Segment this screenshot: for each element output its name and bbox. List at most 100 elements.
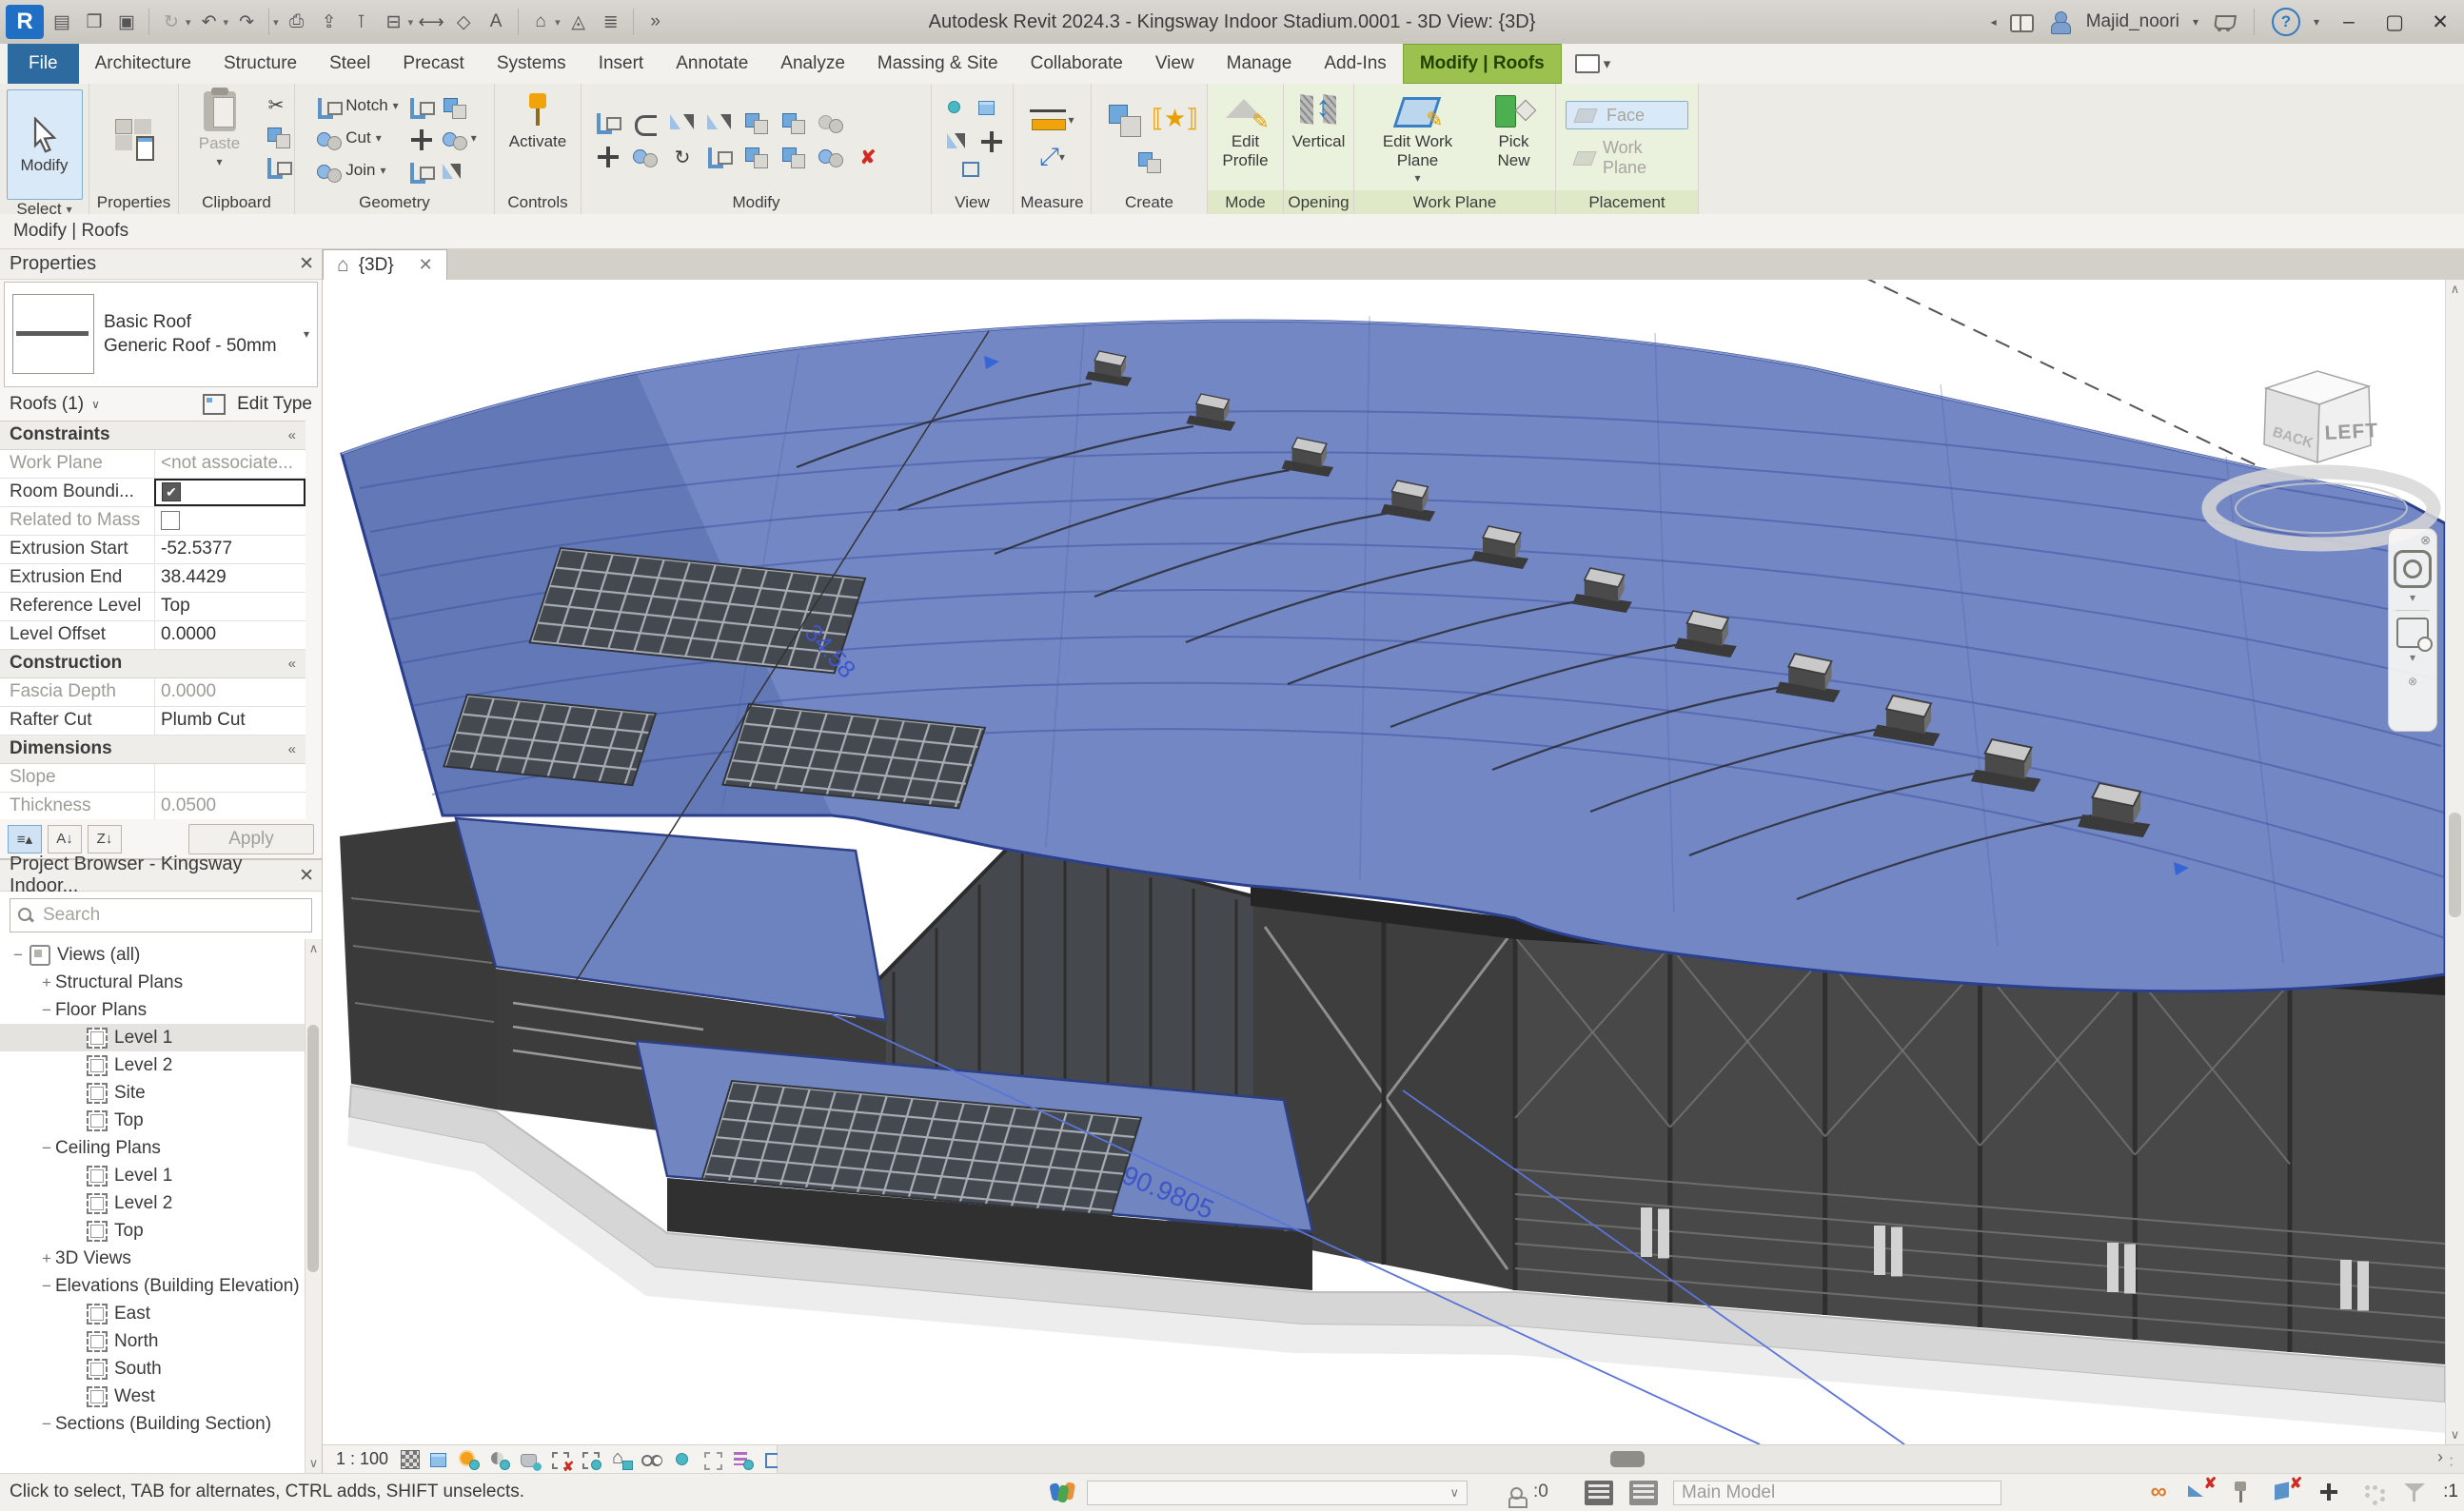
- print-icon[interactable]: ⎙: [283, 8, 311, 36]
- section-icon[interactable]: ◬: [564, 8, 593, 36]
- tab-annotate[interactable]: Annotate: [660, 44, 764, 84]
- sun-path-icon[interactable]: [457, 1448, 481, 1471]
- paste-button[interactable]: Paste▾: [183, 89, 256, 168]
- browser-item-sections-building-section[interactable]: −Sections (Building Section): [0, 1410, 322, 1438]
- scrollbar-thumb[interactable]: [1610, 1451, 1645, 1467]
- property-row-room-boundi[interactable]: Room Boundi...✔: [0, 479, 306, 507]
- scrollbar-thumb[interactable]: [307, 1025, 319, 1272]
- selection-summary[interactable]: Roofs (1): [10, 394, 84, 415]
- search-input[interactable]: [41, 904, 304, 927]
- wall-joins-icon[interactable]: [404, 92, 433, 119]
- file-tabs-icon[interactable]: ▤: [48, 8, 76, 36]
- property-row-fascia-depth[interactable]: Fascia Depth0.0000: [0, 678, 306, 707]
- browser-item-level-1[interactable]: Level 1: [0, 1162, 322, 1189]
- scroll-up-icon[interactable]: ∧: [2446, 282, 2464, 297]
- property-row-slope[interactable]: Slope: [0, 764, 306, 793]
- home-3d-view-icon[interactable]: ⌂: [526, 8, 555, 36]
- corner-braced-block[interactable]: [1253, 896, 1515, 1290]
- split-with-gap-icon[interactable]: [777, 108, 811, 138]
- save-icon[interactable]: ▣: [112, 8, 141, 36]
- tab-architecture[interactable]: Architecture: [79, 44, 207, 84]
- crop-region-icon[interactable]: [579, 1448, 602, 1471]
- browser-item-east[interactable]: East: [0, 1300, 322, 1327]
- 3d-model-view[interactable]: 34.58 90.9805 BACK LEFT: [323, 280, 2445, 1444]
- override-graphics-icon[interactable]: [942, 127, 971, 153]
- scrollbar-thumb[interactable]: [2449, 813, 2461, 917]
- panel-label-view[interactable]: View: [932, 190, 1013, 214]
- cut-button[interactable]: Cut▾: [312, 124, 398, 152]
- property-value[interactable]: [154, 507, 306, 535]
- align-icon[interactable]: [591, 108, 625, 138]
- dimension-icon[interactable]: ⤢: [1039, 142, 1059, 172]
- tab-add-ins[interactable]: Add-Ins: [1308, 44, 1402, 84]
- view-tab-3d[interactable]: ⌂ {3D} ✕: [323, 249, 447, 280]
- edit-profile-button[interactable]: Edit Profile: [1212, 89, 1279, 169]
- active-workset-icon[interactable]: [1629, 1481, 1658, 1505]
- panel-label-mode[interactable]: Mode: [1208, 190, 1283, 214]
- redo-icon[interactable]: ↷: [232, 8, 261, 36]
- drawing-area[interactable]: 34.58 90.9805 BACK LEFT: [323, 280, 2445, 1444]
- browser-item-structural-plans[interactable]: +Structural Plans: [0, 969, 322, 996]
- selection-dropdown-icon[interactable]: ∨: [91, 398, 100, 411]
- editing-requests[interactable]: :0: [1508, 1480, 1548, 1504]
- scroll-up-icon[interactable]: ∧: [306, 941, 322, 956]
- maximize-button[interactable]: ▢: [2378, 10, 2411, 34]
- linework-icon[interactable]: [975, 127, 1003, 153]
- property-group-construction[interactable]: Construction«: [0, 650, 306, 678]
- more-icon[interactable]: »: [641, 8, 670, 36]
- detail-level-icon[interactable]: [401, 1450, 420, 1469]
- join-button[interactable]: Join▾: [312, 156, 398, 185]
- browser-item-north[interactable]: North: [0, 1327, 322, 1355]
- tab-modify-roofs[interactable]: Modify | Roofs: [1403, 44, 1562, 84]
- property-value[interactable]: -52.5377: [154, 536, 306, 563]
- worksets-icon[interactable]: [1049, 1480, 1075, 1506]
- panel-label-properties[interactable]: Properties: [89, 190, 178, 214]
- worksets-dialog-icon[interactable]: [1585, 1481, 1613, 1505]
- progress-icon[interactable]: [2357, 1478, 2388, 1506]
- select-underlay-icon[interactable]: [2186, 1478, 2217, 1506]
- checkbox-checked[interactable]: ✔: [162, 482, 181, 501]
- tab-massing-site[interactable]: Massing & Site: [861, 44, 1015, 84]
- panel-label-create[interactable]: Create: [1092, 190, 1207, 214]
- scroll-down-icon[interactable]: ∨: [2446, 1427, 2464, 1442]
- project-browser-close-icon[interactable]: ✕: [299, 865, 314, 887]
- collapse-icon[interactable]: −: [38, 1277, 55, 1296]
- panel-label-modify[interactable]: Modify: [582, 190, 931, 214]
- match-type-icon[interactable]: [262, 152, 290, 179]
- vertical-scrollbar[interactable]: ∧ ∨: [2445, 280, 2464, 1444]
- default-3d-icon[interactable]: [975, 96, 1003, 123]
- properties-close-icon[interactable]: ✕: [299, 253, 314, 275]
- mirror-draw-icon[interactable]: [702, 108, 737, 138]
- property-value[interactable]: 0.0000: [154, 621, 306, 649]
- thin-lines-icon[interactable]: ≣: [597, 8, 625, 36]
- array-icon[interactable]: [739, 142, 774, 172]
- browser-item-ceiling-plans[interactable]: −Ceiling Plans: [0, 1134, 322, 1162]
- browser-item-level-1[interactable]: Level 1: [0, 1024, 322, 1051]
- collapse-icon[interactable]: −: [38, 1415, 55, 1434]
- sync-dropdown-icon[interactable]: ▾: [186, 16, 191, 29]
- reveal-hidden-icon[interactable]: [640, 1448, 663, 1471]
- property-value[interactable]: 38.4429: [154, 564, 306, 592]
- work-plane-placement-button[interactable]: Work Plane: [1566, 135, 1688, 181]
- browser-item-elevations-building-elevation[interactable]: −Elevations (Building Elevation): [0, 1272, 322, 1300]
- resize-grip-icon[interactable]: ⡂: [2449, 1453, 2460, 1464]
- displace-elements-icon[interactable]: [958, 157, 987, 184]
- create-assembly-icon[interactable]: ⟦★⟧: [1158, 103, 1193, 133]
- account-icon[interactable]: [2048, 10, 2073, 34]
- checkbox[interactable]: [161, 511, 180, 530]
- type-selector-dropdown-icon[interactable]: ▾: [304, 327, 309, 341]
- offset-faces-icon[interactable]: [404, 125, 433, 151]
- demolish-icon[interactable]: [438, 157, 466, 184]
- active-workset-field[interactable]: Main Model: [1673, 1481, 2001, 1505]
- property-row-thickness[interactable]: Thickness0.0500: [0, 793, 306, 820]
- browser-item-level-2[interactable]: Level 2: [0, 1189, 322, 1217]
- profile-edit-icon[interactable]: [404, 157, 433, 184]
- modify-pin-icon[interactable]: ⊺: [347, 8, 376, 36]
- browser-item-site[interactable]: Site: [0, 1079, 322, 1107]
- pin-icon[interactable]: [814, 142, 848, 172]
- shadows-icon[interactable]: [487, 1448, 511, 1471]
- tab-steel[interactable]: Steel: [313, 44, 386, 84]
- select-by-face-icon[interactable]: [2272, 1478, 2302, 1506]
- measure-icon[interactable]: ⊟: [380, 8, 408, 36]
- unjoin-icon[interactable]: [438, 125, 466, 151]
